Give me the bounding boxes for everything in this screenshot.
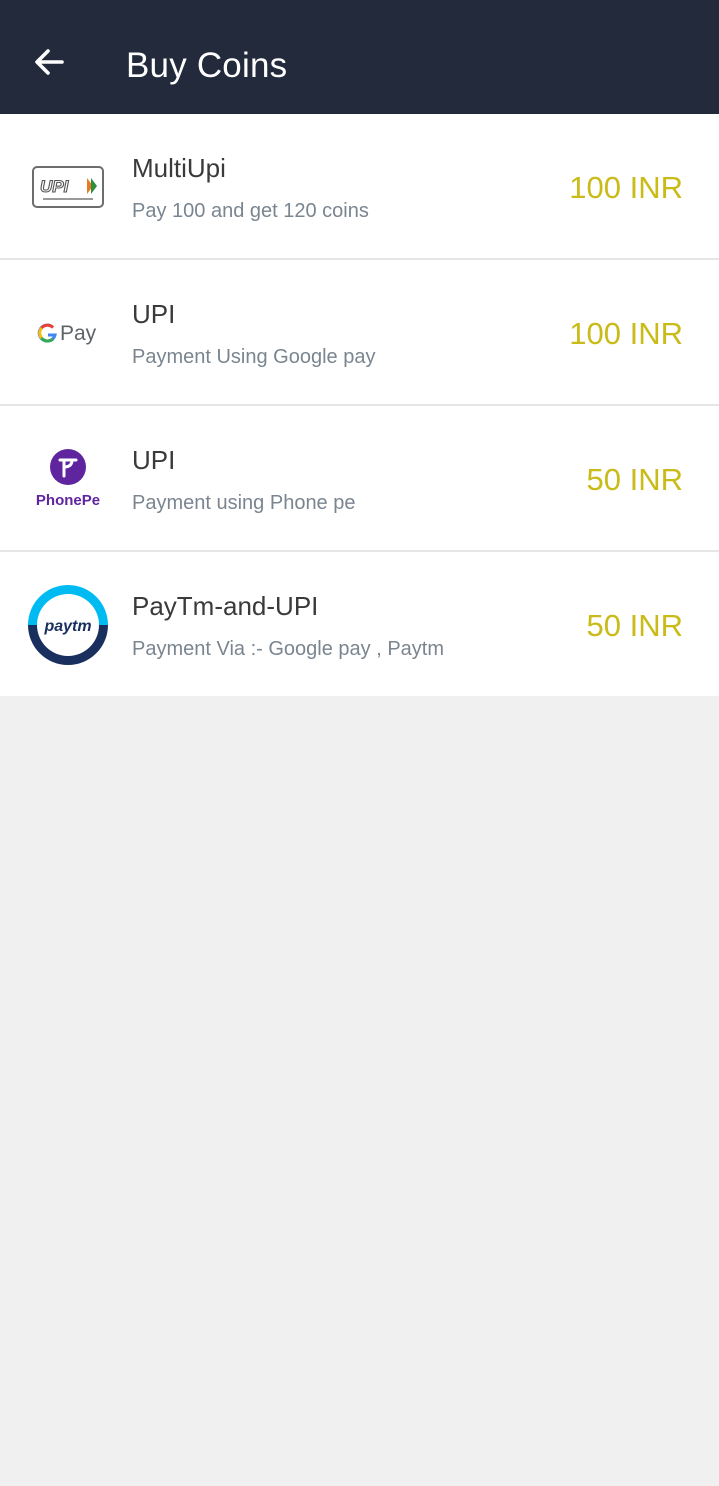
payment-option-title: MultiUpi — [132, 153, 226, 183]
phonepe-logo-icon: PhonePe — [26, 439, 110, 519]
payment-option-title: PayTm-and-UPI — [132, 591, 319, 621]
paytm-logo-icon: paytm — [26, 585, 110, 665]
payment-option-paytm[interactable]: paytm PayTm-and-UPI Payment Via :- Googl… — [0, 552, 719, 696]
back-button[interactable] — [28, 41, 70, 83]
payment-option-subtitle: Pay 100 and get 120 coins — [132, 200, 369, 222]
payment-option-title: UPI — [132, 299, 176, 329]
phonepe-logo-text: PhonePe — [36, 492, 100, 509]
page-title: Buy Coins — [126, 46, 288, 85]
payment-option-subtitle: Payment using Phone pe — [132, 492, 356, 514]
payment-option-subtitle: Payment Using Google pay — [132, 346, 376, 368]
payment-option-phonepe[interactable]: PhonePe UPI Payment using Phone pe 50 IN… — [0, 406, 719, 552]
payment-option-title: UPI — [132, 445, 176, 475]
payment-option-price: 100 INR — [569, 170, 683, 205]
payment-option-price: 50 INR — [586, 462, 683, 497]
app-bar: Buy Coins — [0, 0, 719, 114]
arrow-left-icon — [35, 49, 64, 75]
svg-text:Pay: Pay — [60, 322, 97, 345]
empty-background — [0, 698, 719, 1486]
upi-logo-icon: UPI — [26, 147, 110, 227]
payment-option-price: 100 INR — [569, 316, 683, 351]
paytm-logo-text: paytm — [43, 618, 91, 635]
payment-option-multiupi[interactable]: UPI MultiUpi Pay 100 and get 120 coins 1… — [0, 114, 719, 260]
google-pay-logo-icon: Pay — [26, 293, 110, 373]
payment-option-google-pay[interactable]: Pay UPI Payment Using Google pay 100 INR — [0, 260, 719, 406]
payment-option-price: 50 INR — [586, 608, 683, 643]
payment-options-list: UPI MultiUpi Pay 100 and get 120 coins 1… — [0, 114, 719, 696]
upi-logo-text: UPI — [40, 177, 70, 196]
payment-option-subtitle: Payment Via :- Google pay , Paytm — [132, 638, 445, 660]
